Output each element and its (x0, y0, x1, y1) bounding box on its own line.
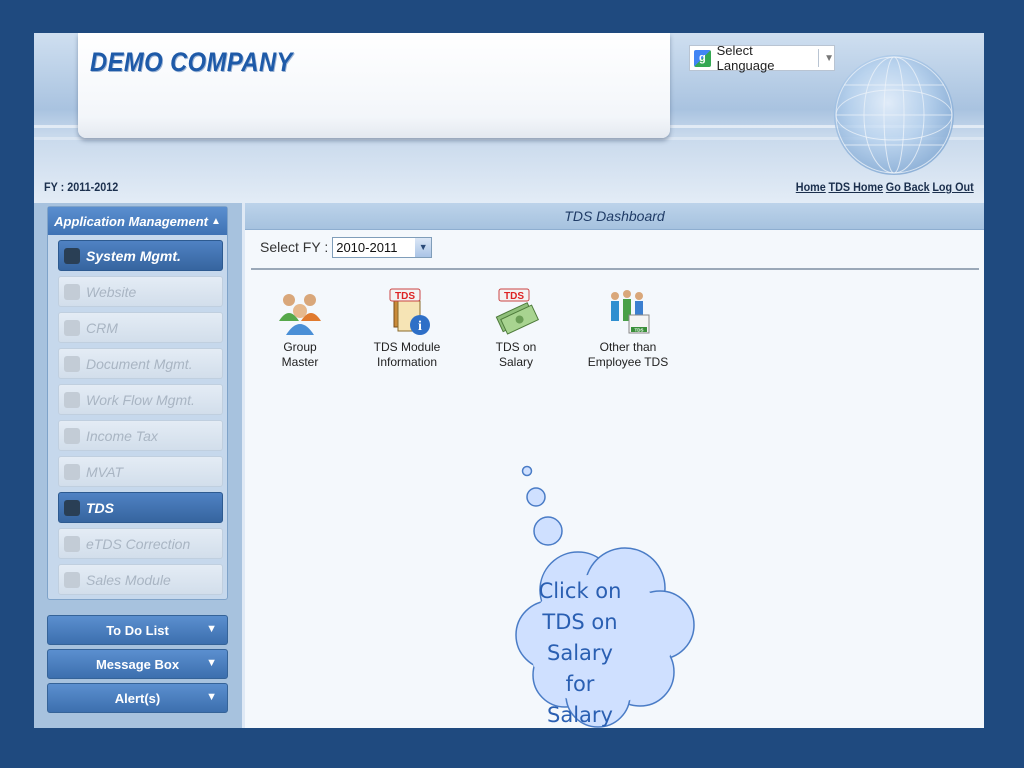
sidebar-item-label: Income Tax (86, 427, 158, 444)
svg-text:TDS: TDS (504, 291, 524, 302)
tds-salary-icon: TDS (491, 287, 541, 337)
message-box[interactable]: Message Box ▼ (47, 649, 228, 679)
divider (818, 49, 820, 67)
income-tax-icon (64, 427, 80, 444)
google-translate-icon: g (694, 49, 711, 67)
chevron-up-icon: ▲ (210, 215, 221, 227)
sidebar-item-etds-correction[interactable]: eTDS Correction (58, 528, 223, 559)
language-select-label: Select Language (716, 43, 775, 73)
header-banner: DEMO COMPANY g Select Language ▼ FY : 20… (34, 33, 984, 203)
tile-label: TDS on Salary (495, 340, 537, 369)
crm-icon (64, 319, 80, 336)
sales-chart-icon (64, 571, 80, 588)
document-icon (64, 355, 80, 372)
application-management-panel: Application Management ▲ System Mgmt. We… (47, 206, 228, 600)
tds-other-icon: TDS (603, 287, 653, 337)
callout-text: Click on TDS on Salary for Salary (531, 576, 629, 731)
language-select[interactable]: g Select Language ▼ (689, 43, 835, 73)
etds-correction-icon (64, 535, 80, 552)
sidebar-item-label: Website (86, 283, 137, 300)
box-label: To Do List (106, 622, 169, 638)
tile-label: Group Master (281, 340, 319, 369)
user-icon (64, 247, 80, 264)
sidebar-item-document-mgmt[interactable]: Document Mgmt. (58, 348, 223, 379)
box-label: Alert(s) (114, 690, 161, 706)
to-do-list-box[interactable]: To Do List ▼ (47, 615, 228, 645)
sidebar-item-label: TDS (86, 499, 114, 516)
box-label: Message Box (95, 656, 180, 672)
tile-tds-module-information[interactable]: TDS i TDS Module Information (357, 287, 457, 370)
sidebar-item-label: eTDS Correction (86, 535, 191, 552)
fy-select-row: Select FY : 2010-2011 ▼ (260, 234, 433, 260)
tile-label: TDS Module Information (373, 340, 441, 369)
divider (251, 268, 979, 270)
svg-text:TDS: TDS (635, 328, 644, 333)
sidebar-item-label: MVAT (86, 463, 124, 480)
svg-text:i: i (418, 319, 422, 334)
page-title: TDS Dashboard (245, 203, 984, 230)
callout-line: Salary for (547, 641, 613, 696)
go-back-link[interactable]: Go Back (886, 180, 930, 194)
fy-select-value: 2010-2011 (336, 239, 398, 255)
tds-info-icon: TDS i (382, 287, 432, 337)
tile-label: Other than Employee TDS (587, 340, 669, 369)
sidebar-item-income-tax[interactable]: Income Tax (58, 420, 223, 451)
financial-year-label: FY : 2011-2012 (44, 180, 119, 194)
chevron-down-icon: ▼ (415, 237, 432, 257)
tds-icon (64, 499, 80, 516)
sidebar-item-system-mgmt[interactable]: System Mgmt. (58, 240, 223, 271)
website-icon (64, 283, 80, 300)
sidebar-item-crm[interactable]: CRM (58, 312, 223, 343)
sidebar-item-website[interactable]: Website (58, 276, 223, 307)
globe-graphic (834, 55, 954, 175)
sidebar: Application Management ▲ System Mgmt. We… (34, 203, 242, 728)
top-nav-links: Home TDS Home Go Back Log Out (796, 180, 974, 194)
tile-group-master[interactable]: Group Master (250, 287, 350, 370)
fy-select[interactable]: 2010-2011 ▼ (332, 236, 433, 258)
fy-select-label: Select FY : (260, 239, 329, 255)
triangle-down-icon: ▼ (824, 52, 834, 64)
sidebar-item-sales-module[interactable]: Sales Module (58, 564, 223, 595)
sidebar-item-label: Work Flow Mgmt. (86, 391, 195, 408)
sidebar-item-label: Sales Module (86, 571, 171, 588)
tile-tds-on-salary[interactable]: TDS TDS on Salary (466, 287, 566, 370)
chevron-down-icon: ▼ (206, 623, 217, 635)
group-users-icon (275, 287, 325, 337)
alerts-box[interactable]: Alert(s) ▼ (47, 683, 228, 713)
section-title: Application Management (54, 213, 208, 229)
sidebar-item-mvat[interactable]: MVAT (58, 456, 223, 487)
log-out-link[interactable]: Log Out (933, 180, 974, 194)
mvat-icon (64, 463, 80, 480)
company-name: DEMO COMPANY (90, 47, 293, 77)
logo-panel: DEMO COMPANY (78, 33, 670, 138)
sidebar-item-work-flow-mgmt[interactable]: Work Flow Mgmt. (58, 384, 223, 415)
sidebar-item-label: CRM (86, 319, 118, 336)
tile-other-than-employee-tds[interactable]: TDS Other than Employee TDS (578, 287, 678, 370)
workflow-icon (64, 391, 80, 408)
home-link[interactable]: Home (796, 180, 826, 194)
application-management-header[interactable]: Application Management ▲ (48, 207, 227, 235)
sidebar-item-tds[interactable]: TDS (58, 492, 223, 523)
application-window: DEMO COMPANY g Select Language ▼ FY : 20… (34, 33, 984, 728)
sidebar-item-label: Document Mgmt. (86, 355, 193, 372)
callout-line: Salary (547, 703, 613, 727)
svg-text:TDS: TDS (395, 291, 415, 302)
globe-grid-icon (835, 56, 953, 174)
chevron-down-icon: ▼ (206, 691, 217, 703)
callout-line: TDS on (542, 610, 618, 634)
sidebar-item-label: System Mgmt. (86, 247, 181, 264)
tds-home-link[interactable]: TDS Home (829, 180, 884, 194)
callout-line: Click on (538, 579, 622, 603)
chevron-down-icon: ▼ (206, 657, 217, 669)
